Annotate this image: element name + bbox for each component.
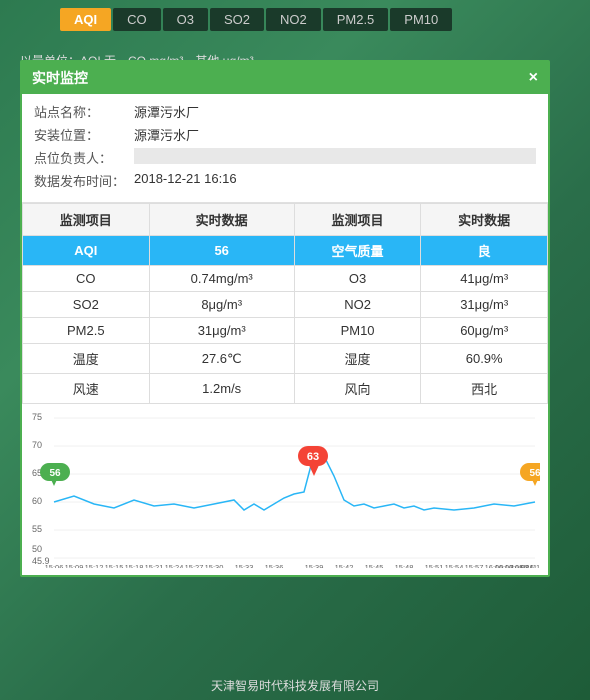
- end-marker-label: 56: [529, 468, 540, 479]
- station-name-value: 源潭污水厂: [134, 102, 536, 121]
- col-header-4: 实时数据: [421, 204, 548, 236]
- footer: 天津智易时代科技发展有限公司: [0, 677, 590, 694]
- time-value: 2018-12-21 16:16: [134, 171, 536, 190]
- data-table: 监测项目 实时数据 监测项目 实时数据 AQI56空气质量良CO0.74mg/m…: [22, 203, 548, 404]
- cell-col2: 1.2m/s: [149, 374, 294, 404]
- svg-text:15:54: 15:54: [445, 563, 464, 568]
- close-button[interactable]: ×: [529, 69, 538, 87]
- svg-text:15:21: 15:21: [145, 563, 164, 568]
- svg-text:15:27: 15:27: [185, 563, 204, 568]
- svg-text:15:15: 15:15: [105, 563, 124, 568]
- table-header-row: 监测项目 实时数据 监测项目 实时数据: [23, 204, 548, 236]
- cell-col4: 60.9%: [421, 344, 548, 374]
- table-row: 风速1.2m/s风向西北: [23, 374, 548, 404]
- realtime-modal: 实时监控 × 站点名称： 源潭污水厂 安装位置： 源潭污水厂 点位负责人： 数据…: [20, 60, 550, 577]
- svg-text:15:06: 15:06: [45, 563, 64, 568]
- time-label: 数据发布时间：: [34, 171, 134, 190]
- cell-col2: 0.74mg/m³: [149, 266, 294, 292]
- svg-text:15:30: 15:30: [205, 563, 224, 568]
- station-info: 站点名称： 源潭污水厂 安装位置： 源潭污水厂 点位负责人： 数据发布时间： 2…: [22, 94, 548, 203]
- svg-text:15:33: 15:33: [235, 563, 254, 568]
- location-label: 安装位置：: [34, 125, 134, 144]
- cell-col4: 31μg/m³: [421, 292, 548, 318]
- cell-col3: 空气质量: [294, 236, 421, 266]
- contact-row: 点位负责人：: [34, 148, 536, 167]
- cell-col3: NO2: [294, 292, 421, 318]
- svg-text:15:24: 15:24: [165, 563, 184, 568]
- cell-col2: 8μg/m³: [149, 292, 294, 318]
- modal-title: 实时监控: [32, 68, 88, 88]
- col-header-1: 监测项目: [23, 204, 150, 236]
- svg-text:55: 55: [32, 524, 42, 534]
- svg-text:75: 75: [32, 412, 42, 422]
- tab-no2[interactable]: NO2: [266, 8, 321, 31]
- svg-text:15:42: 15:42: [335, 563, 354, 568]
- svg-text:15:09: 15:09: [65, 563, 84, 568]
- cell-col3: 风向: [294, 374, 421, 404]
- station-name-row: 站点名称： 源潭污水厂: [34, 102, 536, 121]
- location-value: 源潭污水厂: [134, 125, 536, 144]
- cell-col1: PM2.5: [23, 318, 150, 344]
- tab-bar: AQI CO O3 SO2 NO2 PM2.5 PM10: [60, 8, 452, 31]
- svg-text:15:45: 15:45: [365, 563, 384, 568]
- footer-text: 天津智易时代科技发展有限公司: [211, 679, 379, 693]
- table-row: AQI56空气质量良: [23, 236, 548, 266]
- cell-col1: 温度: [23, 344, 150, 374]
- cell-col4: 良: [421, 236, 548, 266]
- tab-aqi[interactable]: AQI: [60, 8, 111, 31]
- col-header-2: 实时数据: [149, 204, 294, 236]
- table-row: 温度27.6℃湿度60.9%: [23, 344, 548, 374]
- table-row: CO0.74mg/m³O341μg/m³: [23, 266, 548, 292]
- svg-text:50: 50: [32, 544, 42, 554]
- svg-text:15:36: 15:36: [265, 563, 284, 568]
- cell-col3: PM10: [294, 318, 421, 344]
- cell-col2: 31μg/m³: [149, 318, 294, 344]
- tab-co[interactable]: CO: [113, 8, 161, 31]
- svg-text:16:14: 16:14: [526, 563, 540, 568]
- svg-text:15:18: 15:18: [125, 563, 144, 568]
- contact-value: [134, 148, 536, 164]
- svg-text:70: 70: [32, 440, 42, 450]
- tab-o3[interactable]: O3: [163, 8, 208, 31]
- time-row: 数据发布时间： 2018-12-21 16:16: [34, 171, 536, 190]
- svg-text:15:12: 15:12: [85, 563, 104, 568]
- cell-col4: 41μg/m³: [421, 266, 548, 292]
- tab-pm10[interactable]: PM10: [390, 8, 452, 31]
- cell-col1: SO2: [23, 292, 150, 318]
- modal-header: 实时监控 ×: [22, 62, 548, 94]
- cell-col2: 27.6℃: [149, 344, 294, 374]
- station-name-label: 站点名称：: [34, 102, 134, 121]
- svg-text:15:39: 15:39: [305, 563, 324, 568]
- aqi-chart: 75 70 65 60 55 50 45.9 56 63: [30, 408, 540, 568]
- cell-col4: 60μg/m³: [421, 318, 548, 344]
- contact-label: 点位负责人：: [34, 148, 134, 167]
- cell-col1: CO: [23, 266, 150, 292]
- tab-so2[interactable]: SO2: [210, 8, 264, 31]
- svg-text:15:51: 15:51: [425, 563, 444, 568]
- svg-text:15:57: 15:57: [465, 563, 484, 568]
- table-row: SO28μg/m³NO231μg/m³: [23, 292, 548, 318]
- cell-col3: O3: [294, 266, 421, 292]
- svg-text:15:48: 15:48: [395, 563, 414, 568]
- tab-pm25[interactable]: PM2.5: [323, 8, 389, 31]
- svg-text:60: 60: [32, 496, 42, 506]
- chart-area: 75 70 65 60 55 50 45.9 56 63: [22, 404, 548, 575]
- cell-col2: 56: [149, 236, 294, 266]
- cell-col3: 湿度: [294, 344, 421, 374]
- cell-col4: 西北: [421, 374, 548, 404]
- start-marker-label: 56: [49, 468, 61, 479]
- peak-marker-label: 63: [307, 451, 319, 463]
- col-header-3: 监测项目: [294, 204, 421, 236]
- location-row: 安装位置： 源潭污水厂: [34, 125, 536, 144]
- cell-col1: 风速: [23, 374, 150, 404]
- chart-line: [54, 454, 535, 510]
- cell-col1: AQI: [23, 236, 150, 266]
- table-row: PM2.531μg/m³PM1060μg/m³: [23, 318, 548, 344]
